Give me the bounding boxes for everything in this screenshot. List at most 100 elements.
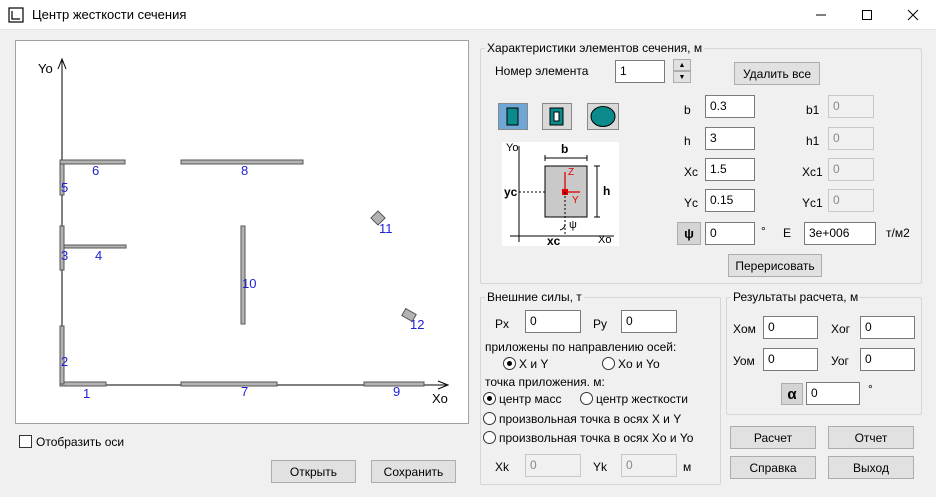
- window-title: Центр жесткости сечения: [32, 7, 187, 22]
- minimize-icon: [816, 14, 826, 16]
- element-properties-title: Характеристики элементов сечения, м: [485, 41, 705, 55]
- diagram-h-label: h: [603, 184, 611, 198]
- maximize-icon: [862, 10, 872, 20]
- axis-y-label: Yo: [38, 61, 53, 76]
- element-number-3: 3: [61, 248, 69, 263]
- psi-input[interactable]: 0: [705, 222, 755, 245]
- minimize-button[interactable]: [798, 0, 844, 30]
- element-number-up[interactable]: ▲: [673, 59, 691, 71]
- alpha-button[interactable]: α: [781, 383, 803, 405]
- element-number-5: 5: [61, 180, 69, 195]
- element-number-4: 4: [95, 248, 103, 263]
- xk-yk-unit: м: [683, 460, 692, 474]
- e-input[interactable]: 3e+006: [804, 222, 876, 245]
- element-number-down[interactable]: ▼: [673, 71, 691, 83]
- b-label: b: [684, 103, 691, 117]
- shape-rectangle-button[interactable]: [498, 103, 528, 130]
- redraw-button[interactable]: Перерисовать: [728, 254, 822, 277]
- h1-label: h1: [806, 134, 820, 148]
- xc-input[interactable]: 1.5: [705, 158, 755, 181]
- section-canvas[interactable]: Yo Xo 1 2 3 4 5 6 7 8 9 10 11 12: [15, 40, 469, 424]
- point-stiffness-center-label: центр жесткости: [596, 392, 688, 406]
- direction-label: приложены по направлению осей:: [485, 340, 677, 354]
- spin-up-icon: ▲: [678, 61, 686, 69]
- yk-label: Yk: [593, 460, 608, 474]
- yog-input[interactable]: 0: [860, 348, 915, 371]
- xog-input[interactable]: 0: [860, 316, 915, 339]
- point-stiffness-center-radio[interactable]: [580, 392, 593, 405]
- close-button[interactable]: [890, 0, 936, 30]
- point-mass-center-radio[interactable]: [483, 392, 496, 405]
- element-number-input[interactable]: 1: [615, 60, 665, 83]
- yc-label: Yc: [684, 196, 699, 210]
- point-arbitrary-xy-radio[interactable]: [483, 412, 496, 425]
- point-arbitrary-xoyo-radio[interactable]: [483, 431, 496, 444]
- dir-xoyo-radio[interactable]: [602, 357, 615, 370]
- element-7: [180, 381, 278, 387]
- xog-label: Xог: [831, 322, 851, 336]
- open-button[interactable]: Открыть: [271, 460, 356, 483]
- point-arbitrary-xoyo-label: произвольная точка в осях Xo и Yo: [499, 431, 694, 445]
- show-axes-checkbox[interactable]: [19, 435, 32, 448]
- save-button[interactable]: Сохранить: [371, 460, 456, 483]
- section-diagram-drawing: [510, 146, 614, 242]
- xom-input[interactable]: 0: [763, 316, 818, 339]
- section-diagram: Yo b h yc xc Xo Z Y ψ: [502, 142, 619, 248]
- forces-title: Внешние силы, т: [485, 290, 584, 304]
- maximize-button[interactable]: [844, 0, 890, 30]
- element-number-1: 1: [83, 386, 91, 401]
- diagram-yo-label: Yo: [506, 142, 519, 154]
- element-number-6: 6: [92, 163, 100, 178]
- exit-button[interactable]: Выход: [828, 456, 914, 479]
- xc1-label: Xc1: [802, 165, 823, 179]
- yog-label: Уог: [831, 354, 849, 368]
- calculate-button[interactable]: Расчет: [730, 426, 816, 449]
- px-input[interactable]: 0: [525, 310, 581, 333]
- diagram-xo-label: Xo: [598, 234, 612, 246]
- xom-label: Xом: [733, 322, 756, 336]
- yk-input[interactable]: 0: [621, 454, 677, 477]
- element-number-7: 7: [241, 384, 249, 399]
- diagram-b-label: b: [561, 142, 569, 156]
- alpha-input[interactable]: 0: [806, 382, 860, 405]
- diagram-psi-label: ψ: [569, 219, 577, 231]
- point-arbitrary-xy-label: произвольная точка в осях X и Y: [499, 412, 682, 426]
- close-icon: [907, 9, 919, 21]
- spin-down-icon: ▼: [678, 73, 686, 81]
- title-bar: Центр жесткости сечения: [0, 0, 936, 30]
- diagram-xc-label: xc: [547, 234, 561, 248]
- xk-input[interactable]: 0: [525, 454, 581, 477]
- yom-input[interactable]: 0: [763, 348, 818, 371]
- delete-all-button[interactable]: Удалить все: [734, 62, 820, 85]
- alpha-unit: °: [868, 382, 873, 396]
- yc1-input[interactable]: 0: [828, 189, 874, 212]
- dir-xy-label: X и Y: [519, 357, 549, 371]
- report-button[interactable]: Отчет: [828, 426, 914, 449]
- h1-input[interactable]: 0: [828, 127, 874, 150]
- help-button[interactable]: Справка: [730, 456, 816, 479]
- dir-xoyo-label: Xo и Yo: [618, 357, 660, 371]
- element-number-9: 9: [393, 384, 401, 399]
- rectangle-shape-icon: [506, 107, 519, 126]
- element-number-2: 2: [61, 354, 69, 369]
- element-number-label: Номер элемента: [495, 64, 589, 78]
- shape-circle-button[interactable]: [587, 103, 619, 130]
- section-drawing: [57, 57, 450, 390]
- app-icon: [8, 7, 24, 23]
- element-number-11: 11: [379, 221, 393, 236]
- alpha-icon: α: [787, 385, 797, 403]
- results-title: Результаты расчета, м: [731, 290, 861, 304]
- diagram-y-label: Y: [572, 195, 579, 206]
- h-label: h: [684, 134, 691, 148]
- psi-button[interactable]: ψ: [677, 222, 701, 245]
- b1-input[interactable]: 0: [828, 95, 874, 118]
- b-input[interactable]: 0.3: [705, 95, 755, 118]
- py-input[interactable]: 0: [621, 310, 677, 333]
- point-mass-center-label: центр масс: [499, 392, 562, 406]
- xc1-input[interactable]: 0: [828, 158, 874, 181]
- dir-xy-radio[interactable]: [503, 357, 516, 370]
- h-input[interactable]: 3: [705, 127, 755, 150]
- yc-input[interactable]: 0.15: [705, 189, 755, 212]
- e-unit: т/м2: [886, 226, 910, 240]
- shape-hollow-rectangle-button[interactable]: [542, 103, 572, 130]
